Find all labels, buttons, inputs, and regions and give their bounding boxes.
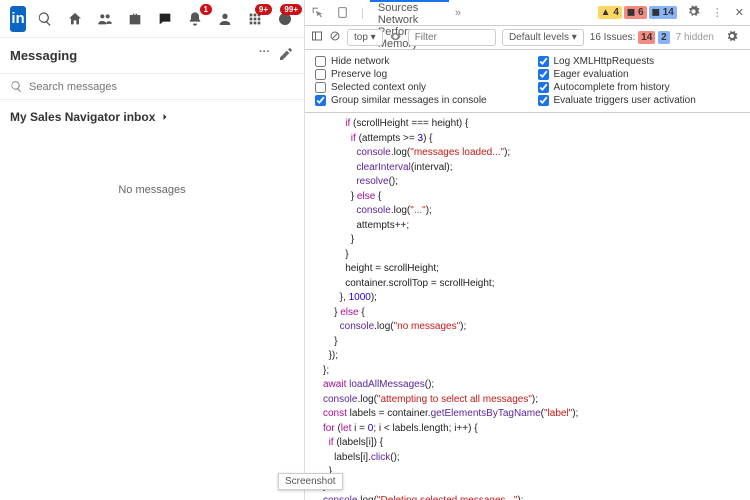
setting-log-xmlhttprequests[interactable]: Log XMLHttpRequests: [538, 56, 741, 67]
filter-input[interactable]: [408, 29, 496, 46]
setting-group-similar-messages-in-console[interactable]: Group similar messages in console: [315, 95, 518, 106]
linkedin-logo[interactable]: in: [10, 6, 26, 32]
screenshot-tooltip: Screenshot: [278, 473, 343, 490]
setting-selected-context-only[interactable]: Selected context only: [315, 82, 518, 93]
apps-icon[interactable]: 9+: [246, 10, 264, 28]
sidebar-toggle-icon[interactable]: [311, 30, 323, 45]
compose-icon[interactable]: [278, 46, 294, 65]
me-icon[interactable]: [216, 10, 234, 28]
messaging-icon[interactable]: [156, 10, 174, 28]
notifications-icon[interactable]: 1: [186, 10, 204, 28]
devtools-tabs: | ElementsConsoleSourcesNetworkPerforman…: [305, 0, 750, 26]
hidden-count: 7 hidden: [676, 32, 714, 43]
network-icon[interactable]: [96, 10, 114, 28]
search-input[interactable]: [29, 81, 294, 93]
tab-network[interactable]: Network: [370, 14, 449, 26]
chevron-right-icon: [159, 111, 171, 123]
setting-preserve-log[interactable]: Preserve log: [315, 69, 518, 80]
warnings-summary[interactable]: ▲ 4 ◼ 6 ◼ 14: [594, 6, 681, 19]
extra-icon[interactable]: 99+: [276, 10, 294, 28]
inbox-label: My Sales Navigator inbox: [10, 110, 155, 124]
settings-icon[interactable]: [681, 5, 706, 21]
issues-count[interactable]: 16 Issues: 14 2: [590, 32, 670, 43]
more-tabs[interactable]: »: [449, 7, 467, 19]
console-settings: Hide network Log XMLHttpRequests Preserve …: [305, 50, 750, 113]
search-messages[interactable]: [0, 74, 304, 100]
setting-autocomplete-from-history[interactable]: Autocomplete from history: [538, 82, 741, 93]
menu-icon[interactable]: ⋮: [706, 6, 729, 19]
setting-eager-evaluation[interactable]: Eager evaluation: [538, 69, 741, 80]
search-icon[interactable]: [36, 10, 54, 28]
console-filterbar: top ▾ Default levels ▾ 16 Issues: 14 2 7…: [305, 26, 750, 50]
close-icon[interactable]: ✕: [729, 6, 750, 19]
console-settings-icon[interactable]: [720, 30, 744, 45]
device-icon[interactable]: [330, 6, 355, 19]
setting-evaluate-triggers-user-activation[interactable]: Evaluate triggers user activation: [538, 95, 741, 106]
home-icon[interactable]: [66, 10, 84, 28]
search-icon: [10, 80, 23, 93]
empty-state: No messages: [0, 134, 304, 246]
more-button[interactable]: ···: [259, 46, 270, 65]
levels-select[interactable]: Default levels ▾: [502, 29, 584, 46]
setting-hide-network[interactable]: Hide network: [315, 56, 518, 67]
inbox-selector[interactable]: My Sales Navigator inbox: [0, 100, 304, 134]
context-select[interactable]: top ▾: [347, 29, 383, 46]
jobs-icon[interactable]: [126, 10, 144, 28]
console-output[interactable]: if (scrollHeight === height) { if (attem…: [305, 113, 750, 500]
linkedin-topbar: in 1 9+ 99+: [0, 0, 304, 38]
eye-icon[interactable]: [389, 30, 402, 46]
inspect-icon[interactable]: [305, 6, 330, 19]
clear-console-icon[interactable]: [329, 30, 341, 45]
tab-sources[interactable]: Sources: [370, 2, 449, 14]
messaging-title: Messaging: [10, 48, 77, 63]
